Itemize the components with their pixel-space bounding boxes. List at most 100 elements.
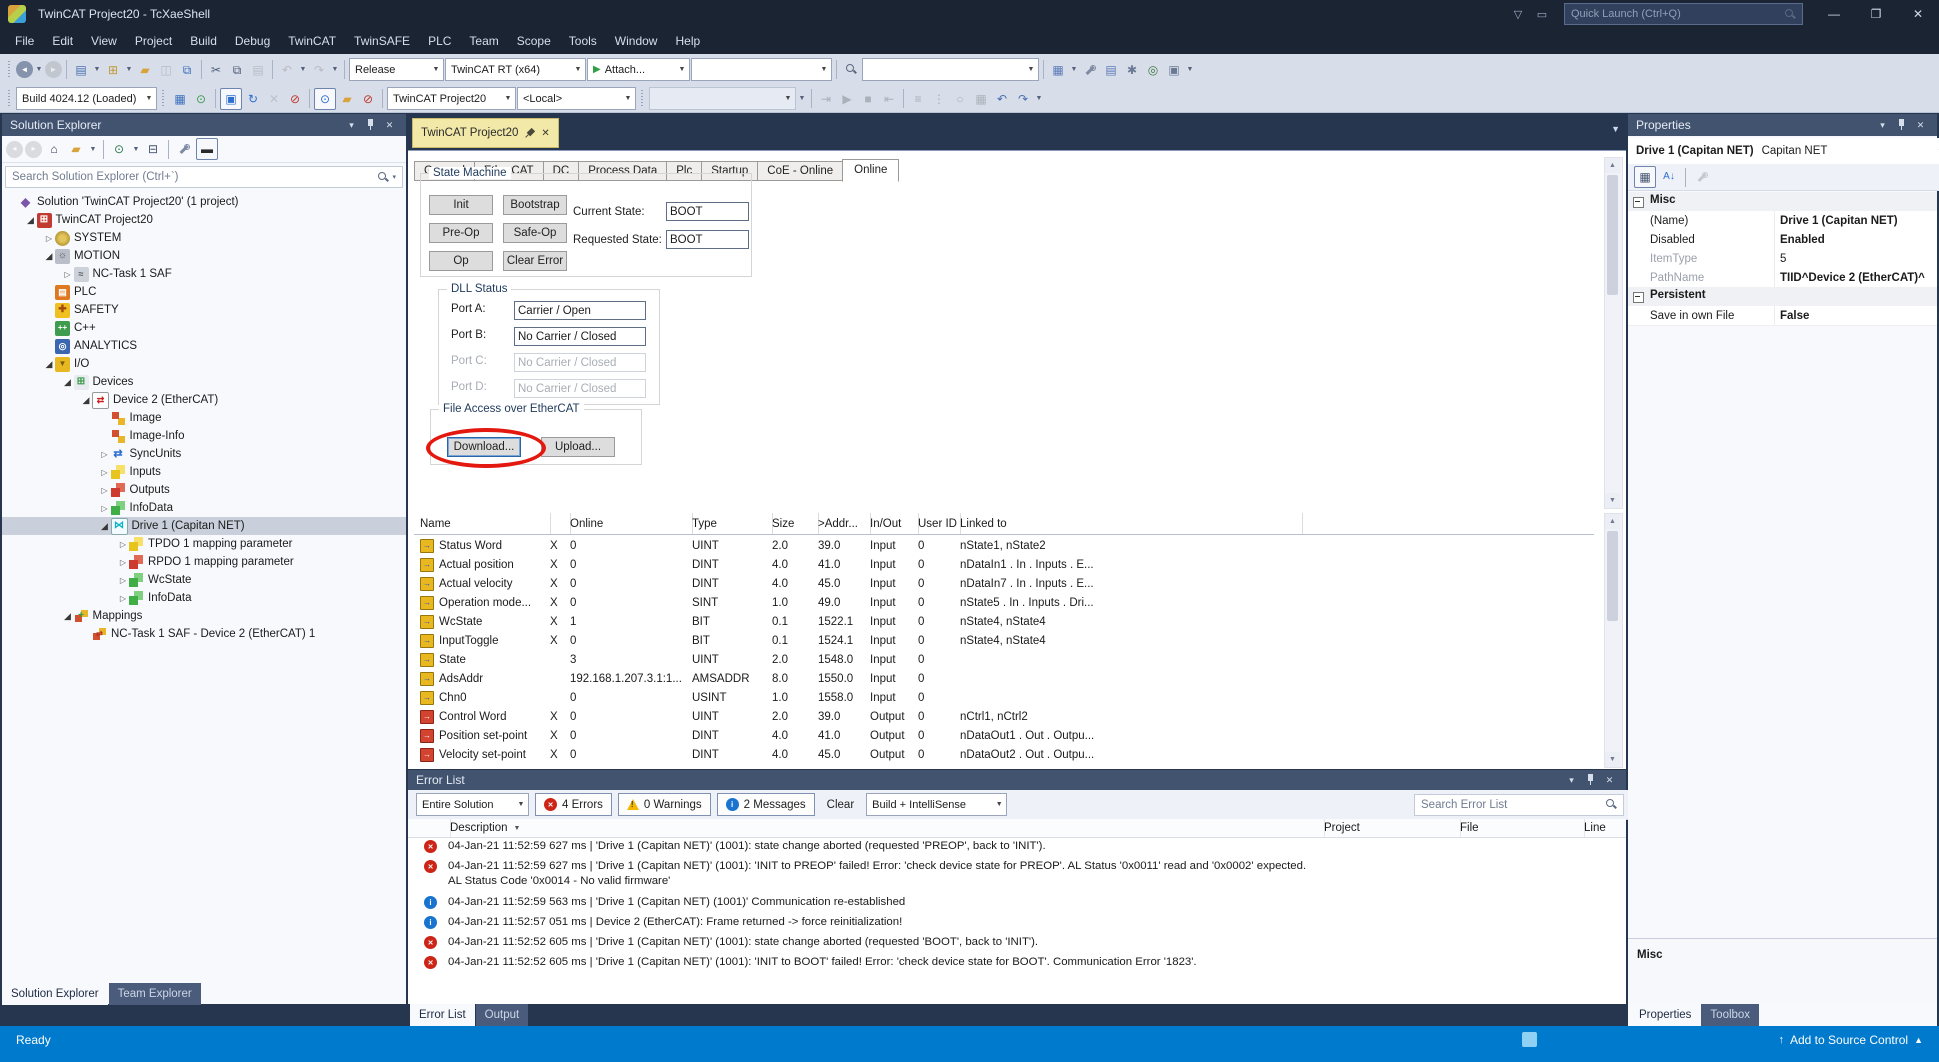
empty-combo-2[interactable]: ▼ <box>862 58 1039 81</box>
tab-close-icon[interactable]: ✕ <box>541 128 549 139</box>
tree-expander-icon[interactable]: ▷ <box>99 486 111 495</box>
tree-expander-icon[interactable]: ▷ <box>99 468 111 477</box>
solution-scope-icon[interactable]: ▦ <box>1048 60 1068 80</box>
collapse-box-icon[interactable] <box>1633 197 1644 208</box>
new-file-icon[interactable]: ▤ <box>71 60 91 80</box>
table-row[interactable]: →State3UINT2.01548.0Input0 <box>408 650 1604 669</box>
tree-expander-icon[interactable]: ◢ <box>62 611 74 622</box>
error-filter-combo[interactable]: Build + IntelliSense▼ <box>866 793 1007 816</box>
undo-icon[interactable]: ↶ <box>277 60 297 80</box>
dropdown-chevron-icon[interactable]: ▼ <box>1069 60 1079 80</box>
messages-filter-button[interactable]: i 2 Messages <box>717 793 815 816</box>
document-tab[interactable]: TwinCAT Project20 ✕ <box>412 118 559 148</box>
copy-icon[interactable]: ⧉ <box>227 60 247 80</box>
tree-item-i-o[interactable]: ◢▼I/O <box>2 355 406 373</box>
property-value[interactable]: Drive 1 (Capitan NET) <box>1774 211 1935 230</box>
clear-error-button[interactable]: Clear Error <box>503 251 567 271</box>
tree-item-nc-task-1-saf-device-2-ethercat-1[interactable]: ⇄NC-Task 1 SAF - Device 2 (EtherCAT) 1 <box>2 625 406 643</box>
error-row[interactable]: ✕04-Jan-21 11:52:59 627 ms | 'Drive 1 (C… <box>408 857 1626 893</box>
properties-wrench-icon[interactable] <box>1080 60 1100 80</box>
error-list-search-input[interactable]: Search Error List <box>1414 794 1624 816</box>
menu-item-scope[interactable]: Scope <box>508 30 560 52</box>
safe-op-button[interactable]: Safe-Op <box>503 223 567 243</box>
error-column-file[interactable]: File <box>1456 819 1585 837</box>
notifications-funnel-icon[interactable]: ▽ <box>1506 8 1530 21</box>
se-home-icon[interactable]: ⌂ <box>44 139 64 159</box>
tree-item-mappings[interactable]: ◢+Mappings <box>2 607 406 625</box>
attach-combo[interactable]: ▶Attach...▼ <box>587 58 690 81</box>
project-combo[interactable]: TwinCAT Project20▼ <box>387 87 516 110</box>
close-panel-icon[interactable]: ✕ <box>1601 775 1618 786</box>
tab-coe-online[interactable]: CoE - Online <box>757 161 843 181</box>
close-panel-icon[interactable]: ✕ <box>1912 120 1929 131</box>
twincat-gear-icon[interactable]: ⊙ <box>191 89 211 109</box>
team-icon[interactable]: ◎ <box>1143 60 1163 80</box>
panel-tab-solution-explorer[interactable]: Solution Explorer <box>2 983 108 1005</box>
port-status-field[interactable]: Carrier / Open <box>514 301 646 320</box>
tree-item-safety[interactable]: ✚SAFETY <box>2 301 406 319</box>
property-value[interactable]: False <box>1774 306 1935 325</box>
table-row[interactable]: →Status WordX0UINT2.039.0Input0nState1, … <box>408 536 1604 555</box>
menu-item-edit[interactable]: Edit <box>43 30 82 52</box>
tree-item-nc-task-1-saf[interactable]: ▷≈NC-Task 1 SAF <box>2 265 406 283</box>
init-button[interactable]: Init <box>429 195 493 215</box>
config-mode-icon[interactable]: ▣ <box>220 88 242 110</box>
nav-backward-icon[interactable]: ◄ <box>16 61 33 78</box>
menu-item-team[interactable]: Team <box>460 30 507 52</box>
table-row[interactable]: →Chn00USINT1.01558.0Input0 <box>408 688 1604 707</box>
tree-item-wcstate[interactable]: ▷WcState <box>2 571 406 589</box>
cut-icon[interactable]: ✂ <box>206 60 226 80</box>
se-forward-icon[interactable]: ▸ <box>25 141 42 158</box>
grid-column-addr[interactable]: >Addr... <box>812 513 871 534</box>
tree-item-drive-1-capitan-net[interactable]: ◢⋈Drive 1 (Capitan NET) <box>2 517 406 535</box>
tree-expander-icon[interactable]: ▷ <box>117 540 129 549</box>
object-browser-icon[interactable]: ▤ <box>1101 60 1121 80</box>
platform-combo[interactable]: TwinCAT RT (x64)▼ <box>445 58 586 81</box>
maximize-button[interactable]: ❐ <box>1855 0 1897 28</box>
tree-expander-icon[interactable]: ▷ <box>43 234 55 243</box>
grid-column-name[interactable]: Name <box>414 513 551 534</box>
build-version-combo[interactable]: Build 4024.12 (Loaded)▼ <box>16 87 157 110</box>
se-preview-toggle-icon[interactable]: ▬ <box>196 138 218 160</box>
properties-object-combo[interactable]: Drive 1 (Capitan NET) Capitan NET ▼ <box>1628 138 1939 165</box>
errors-filter-button[interactable]: ✕ 4 Errors <box>535 793 612 816</box>
table-row[interactable]: →Operation mode...X0SINT1.049.0Input0nSt… <box>408 593 1604 612</box>
property-row[interactable]: Save in own FileFalse <box>1628 306 1937 326</box>
panel-tab-properties[interactable]: Properties <box>1630 1004 1700 1026</box>
tree-expander-icon[interactable]: ◢ <box>80 395 92 406</box>
tree-expander-icon[interactable]: ◢ <box>43 359 55 370</box>
tree-expander-icon[interactable]: ◢ <box>62 377 74 388</box>
save-icon[interactable]: ◫ <box>156 60 176 80</box>
error-row[interactable]: ✕04-Jan-21 11:52:52 605 ms | 'Drive 1 (C… <box>408 933 1626 953</box>
solution-explorer-search-input[interactable]: Search Solution Explorer (Ctrl+`) ▾ <box>5 166 403 188</box>
table-row[interactable]: →Position set-pointX0DINT4.041.0Output0n… <box>408 726 1604 745</box>
find-icon[interactable] <box>841 60 861 80</box>
port-status-field[interactable]: No Carrier / Closed <box>514 379 646 398</box>
tree-item-device-2-ethercat[interactable]: ◢⇄Device 2 (EtherCAT) <box>2 391 406 409</box>
tree-expander-icon[interactable]: ▷ <box>62 270 74 279</box>
open-project-folder-icon[interactable]: ▰ <box>337 89 357 109</box>
tree-item-rpdo-1-mapping-parameter[interactable]: ▷RPDO 1 mapping parameter <box>2 553 406 571</box>
table-row[interactable]: →Actual positionX0DINT4.041.0Input0nData… <box>408 555 1604 574</box>
step-into-icon[interactable]: ⇥ <box>816 89 836 109</box>
tree-item-infodata[interactable]: ▷InfoData <box>2 589 406 607</box>
paste-icon[interactable]: ▤ <box>248 60 268 80</box>
free-run-icon[interactable]: ⊘ <box>285 89 305 109</box>
pre-op-button[interactable]: Pre-Op <box>429 223 493 243</box>
circle-tool-icon[interactable]: ○ <box>950 89 970 109</box>
tree-expander-icon[interactable]: ▷ <box>117 576 129 585</box>
se-pending-changes-icon[interactable]: ⊙ <box>109 139 129 159</box>
table-row[interactable]: →Actual velocityX0DINT4.045.0Input0nData… <box>408 574 1604 593</box>
tree-item-system[interactable]: ▷SYSTEM <box>2 229 406 247</box>
se-scope-folder-icon[interactable]: ▰ <box>66 139 86 159</box>
se-back-icon[interactable]: ◂ <box>6 141 23 158</box>
stop-icon[interactable]: ■ <box>858 89 878 109</box>
redo-small-icon[interactable]: ↷ <box>1013 89 1033 109</box>
table-row[interactable]: →WcStateX1BIT0.11522.1Input0nState4, nSt… <box>408 612 1604 631</box>
property-value[interactable]: 5 <box>1774 249 1935 268</box>
gear-icon[interactable]: ✱ <box>1122 60 1142 80</box>
tree-item-syncunits[interactable]: ▷⇄SyncUnits <box>2 445 406 463</box>
grid-column-inout[interactable]: In/Out <box>864 513 919 534</box>
se-properties-wrench-icon[interactable] <box>174 139 194 159</box>
more-dots-icon[interactable]: ⋮ <box>929 89 949 109</box>
